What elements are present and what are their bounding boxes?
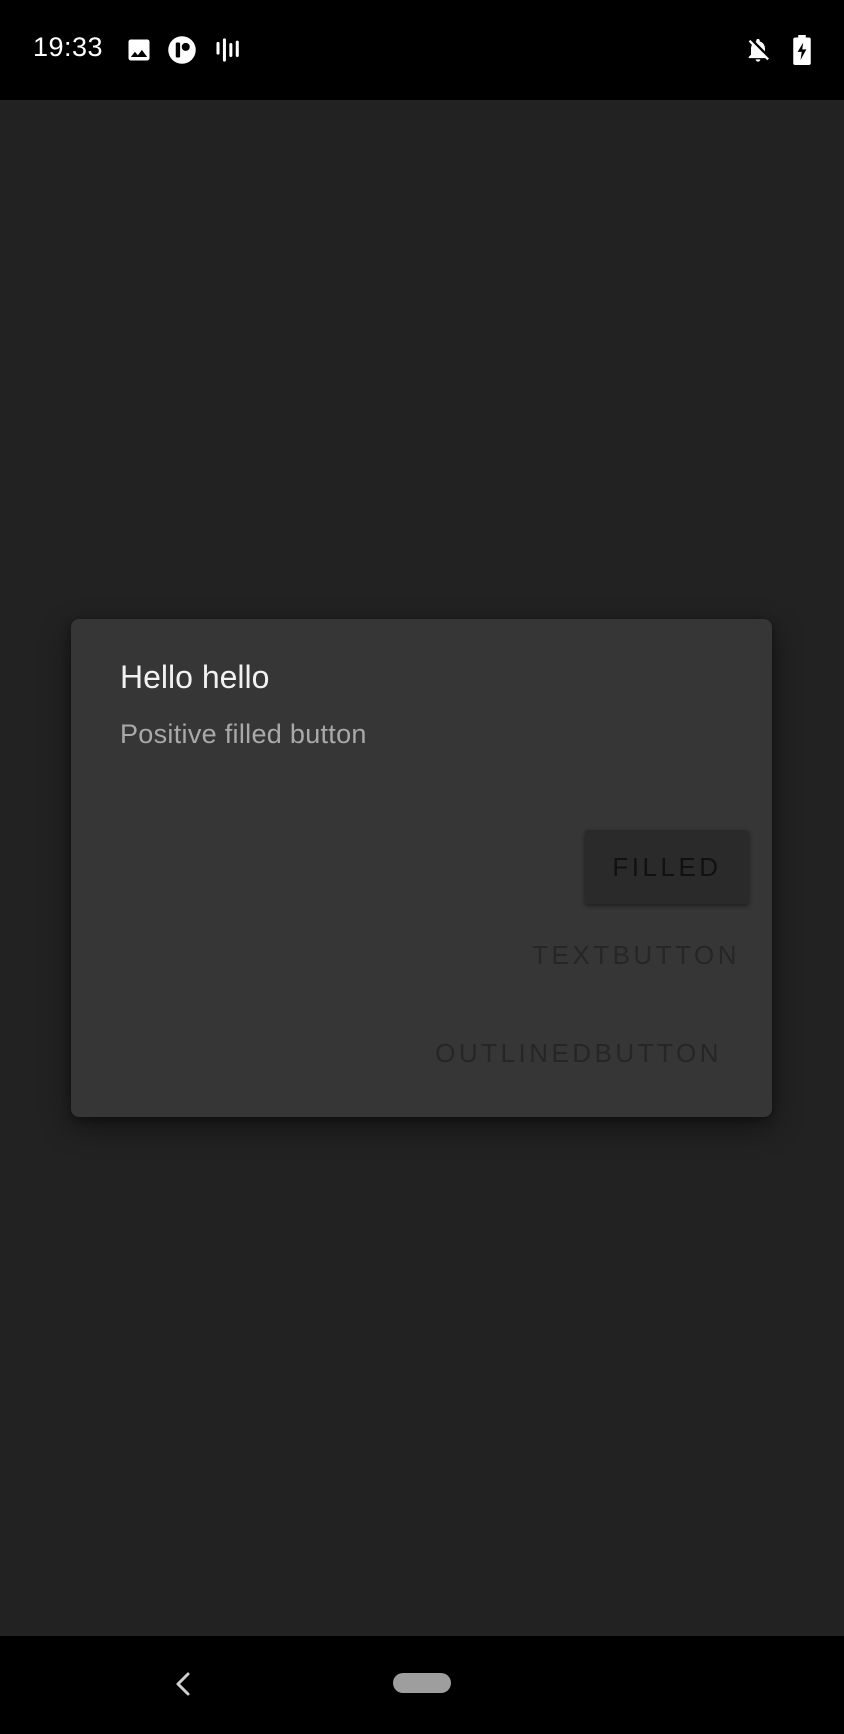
home-pill-icon[interactable] (393, 1673, 451, 1693)
dialog-title: Hello hello (120, 659, 270, 695)
alert-dialog: Hello hello Positive filled button FILLE… (71, 619, 772, 1117)
navigation-bar (0, 1636, 844, 1734)
outlined-button[interactable]: OUTLINEDBUTTON (433, 1023, 724, 1083)
battery-charging-icon (790, 35, 814, 65)
app-icon (167, 35, 197, 65)
filled-button[interactable]: FILLED (585, 830, 749, 904)
sound-bars-icon (213, 36, 241, 64)
notifications-off-icon (744, 36, 772, 64)
status-time: 19:33 (33, 32, 104, 62)
back-icon[interactable] (170, 1669, 196, 1699)
text-button[interactable]: TEXTBUTTON (530, 925, 742, 985)
status-bar: 19:33 (0, 0, 844, 100)
screen: 19:33 Hello hello Positive filled button… (0, 0, 844, 1734)
dialog-message: Positive filled button (120, 719, 367, 749)
image-icon (125, 36, 153, 64)
